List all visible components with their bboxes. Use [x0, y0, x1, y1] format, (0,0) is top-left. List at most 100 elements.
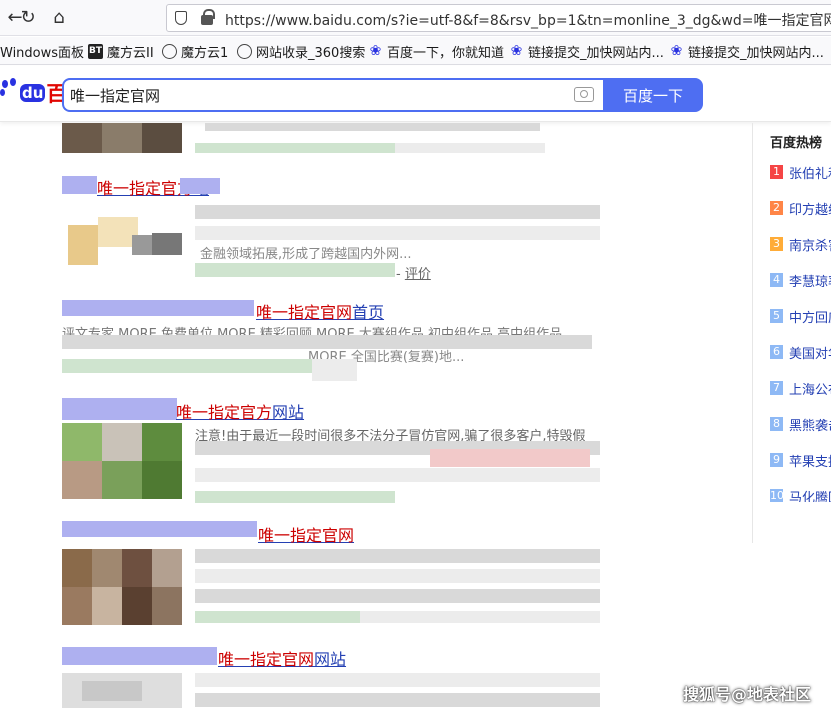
result-thumbnail[interactable]: [62, 423, 182, 499]
pixelated-url: [195, 143, 395, 153]
hot-list-item[interactable]: 4 李慧琼率: [770, 270, 831, 290]
bt-icon: BT: [88, 43, 103, 59]
result-title-rest: 网站: [272, 403, 305, 422]
hot-list-item[interactable]: 9 苹果支持: [770, 450, 831, 470]
result-thumbnail[interactable]: [62, 205, 182, 281]
result-snippet: 金融领域拓展,形成了跨越国内外网...: [200, 247, 412, 262]
pixelated-title: [62, 521, 257, 537]
result-title-highlight: 唯一指定官方: [176, 403, 273, 422]
pixelated-url: [195, 263, 395, 277]
pixelated-url: [395, 143, 545, 153]
baidu-paw-icon: ❀: [369, 42, 382, 59]
hot-item-title[interactable]: 黑熊袭击: [789, 415, 831, 434]
hot-rank-badge: 2: [770, 201, 783, 215]
watermark: 搜狐号@地表社区: [683, 685, 812, 704]
result-title-highlight: 唯一指定官网: [218, 650, 315, 669]
pixelated-title: [62, 647, 217, 665]
bookmark-label: 魔方云II: [107, 45, 154, 61]
pixelated-text: [195, 468, 600, 482]
hot-list-item[interactable]: 2 印方越线: [770, 198, 831, 218]
logo-du: du: [20, 84, 46, 102]
hot-rank-badge: 10: [770, 489, 784, 502]
hot-list-item[interactable]: 6 美国对华: [770, 342, 831, 362]
result-thumbnail[interactable]: [62, 123, 182, 153]
home-icon[interactable]: ⌂: [48, 7, 70, 29]
pixelated-text: [195, 205, 600, 219]
result-title-rest: 首页: [352, 303, 385, 322]
hot-item-title[interactable]: 苹果支持: [789, 451, 831, 470]
hot-list-item[interactable]: 8 黑熊袭击: [770, 414, 831, 434]
hot-rank-badge: 8: [770, 417, 783, 431]
hot-item-title[interactable]: 张伯礼和: [789, 163, 831, 182]
pixelated-title: [62, 176, 97, 194]
shield-icon[interactable]: [175, 11, 187, 25]
hot-item-title[interactable]: 印方越线: [789, 199, 831, 218]
search-button[interactable]: 百度一下: [603, 78, 703, 112]
bookmark-label: 百度一下，你就知道: [387, 45, 505, 61]
result-thumbnail[interactable]: [62, 549, 182, 625]
bookmark-mofang-1[interactable]: 魔方云1: [162, 37, 228, 64]
eval-link-text[interactable]: 评价: [405, 267, 431, 282]
hot-list-item[interactable]: 10 马化腾回: [770, 486, 831, 502]
hot-item-title[interactable]: 马化腾回: [789, 487, 831, 503]
pixelated-text: [195, 569, 600, 583]
result-title-link[interactable]: 唯一指定官方网站: [176, 399, 304, 423]
result-title-link[interactable]: 唯一指定官网网站: [218, 646, 346, 670]
pixelated-text: [430, 449, 590, 467]
hot-rank-badge: 4: [770, 273, 783, 287]
hot-list-item[interactable]: 7 上海公布: [770, 378, 831, 398]
eval-link[interactable]: - 评价: [396, 263, 431, 282]
search-results: 唯一指定官方站 金融领域拓展,形成了跨越国内外网... - 评价 唯一指定官网首…: [0, 123, 752, 708]
bookmark-link-submit-1[interactable]: ❀ 链接提交_加快网站内...: [509, 37, 664, 64]
hot-item-title[interactable]: 上海公布: [789, 379, 831, 398]
pixelated-title: [62, 300, 254, 316]
bookmark-label: 链接提交_加快网站内...: [688, 45, 824, 61]
address-bar[interactable]: https://www.baidu.com/s?ie=utf-8&f=8&rsv…: [166, 4, 831, 32]
pixelated-text: [195, 673, 600, 687]
hot-item-title[interactable]: 李慧琼率: [789, 271, 831, 290]
browser-toolbar: ← ↻ ⌂ https://www.baidu.com/s?ie=utf-8&f…: [0, 0, 831, 36]
hot-item-title[interactable]: 中方回应: [789, 307, 831, 326]
globe-icon: [237, 43, 252, 59]
pixelated-title: [62, 398, 177, 420]
pixelated-text: [195, 226, 600, 240]
bookmarks-bar: Windows面板 BT 魔方云II 魔方云1 网站收录_360搜索 ❀ 百度一…: [0, 37, 831, 65]
pixelated-text: [195, 589, 600, 603]
result-title-highlight: 唯一指定官网: [256, 303, 353, 322]
bookmark-windows-panel[interactable]: Windows面板: [0, 37, 85, 64]
pixelated-url: [312, 359, 357, 381]
search-box: [62, 78, 604, 112]
lock-icon[interactable]: [201, 9, 215, 25]
result-title-link[interactable]: 唯一指定官网首页: [256, 299, 384, 323]
hot-list-title: 百度热榜: [770, 136, 823, 151]
hot-rank-badge: 6: [770, 345, 783, 359]
bookmark-link-submit-2[interactable]: ❀ 链接提交_加快网站内...: [669, 37, 824, 64]
hot-rank-badge: 5: [770, 309, 783, 323]
baidu-header: du 百度 百度一下: [0, 66, 831, 122]
result-thumbnail[interactable]: [62, 673, 182, 708]
bookmark-360-index[interactable]: 网站收录_360搜索: [237, 37, 366, 64]
pixelated-url: [62, 359, 312, 373]
bookmark-label: 网站收录_360搜索: [256, 45, 366, 61]
hot-item-title[interactable]: 南京杀害: [789, 235, 831, 254]
bookmark-mofang-2[interactable]: BT 魔方云II: [88, 37, 154, 64]
hot-rank-badge: 1: [770, 165, 783, 179]
hot-list-item[interactable]: 3 南京杀害: [770, 234, 831, 254]
result-title-link[interactable]: 唯一指定官网: [258, 522, 354, 546]
hot-rank-badge: 9: [770, 453, 783, 467]
reload-icon[interactable]: ↻: [17, 7, 39, 29]
hot-item-title[interactable]: 美国对华: [789, 343, 831, 362]
pixelated-url: [360, 611, 600, 623]
bookmark-baidu[interactable]: ❀ 百度一下，你就知道: [368, 37, 505, 64]
bookmark-label: 链接提交_加快网站内...: [528, 45, 664, 61]
search-input[interactable]: [70, 80, 560, 110]
url-text[interactable]: https://www.baidu.com/s?ie=utf-8&f=8&rsv…: [225, 10, 831, 30]
hot-list-item[interactable]: 1 张伯礼和: [770, 162, 831, 182]
result-title-highlight: 唯一指定官网: [258, 526, 355, 545]
baidu-paw-icon: ❀: [670, 42, 683, 59]
camera-icon[interactable]: [574, 87, 594, 102]
globe-icon: [162, 43, 177, 59]
pixelated-text: [195, 693, 600, 707]
bookmark-label: Windows面板: [0, 45, 85, 61]
hot-list-item[interactable]: 5 中方回应: [770, 306, 831, 326]
